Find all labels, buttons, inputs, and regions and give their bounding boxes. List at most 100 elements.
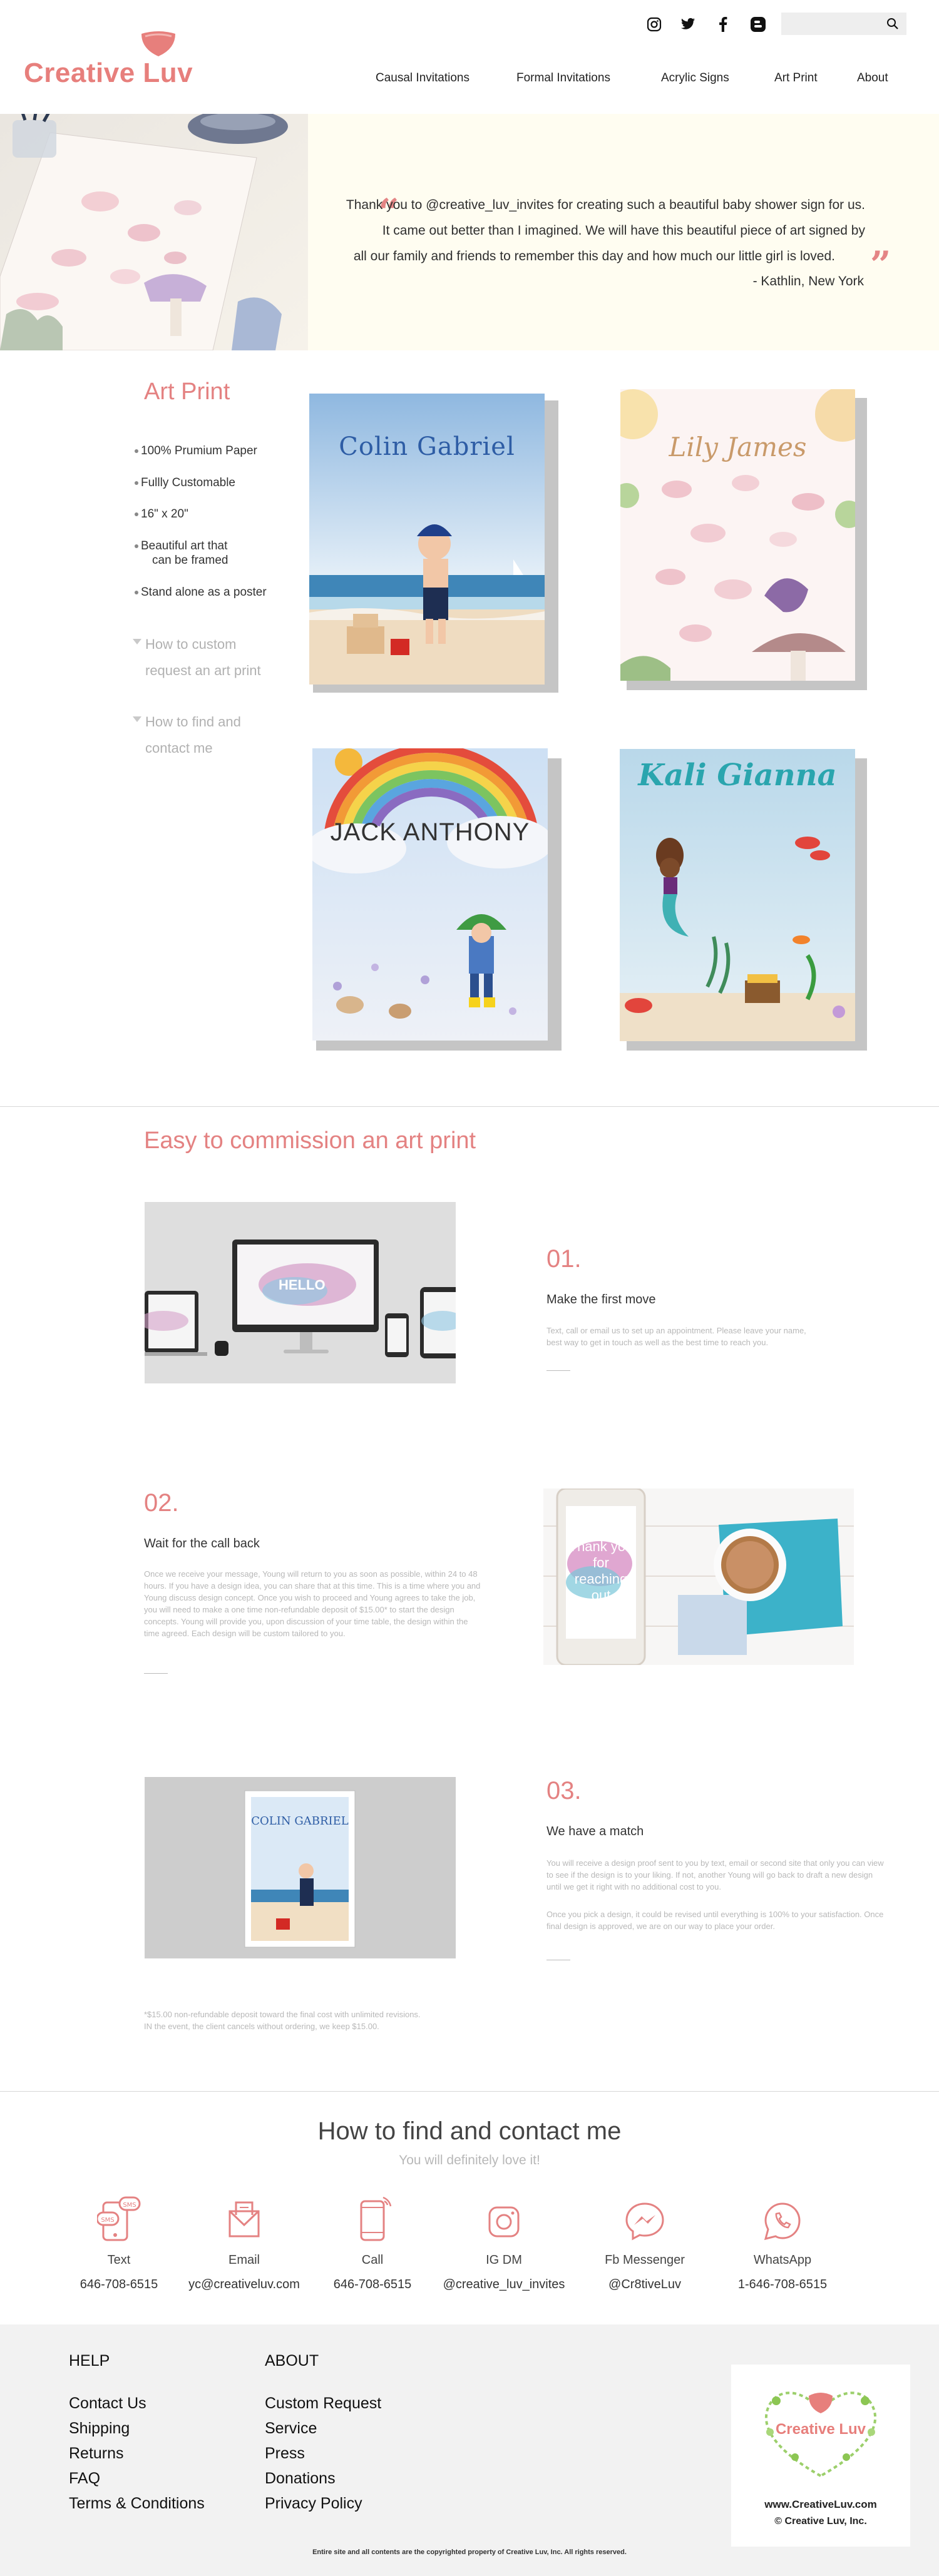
feature-paper: 100% Prumium Paper bbox=[135, 444, 257, 458]
contact-ig-value[interactable]: @creative_luv_invites bbox=[432, 2278, 576, 2292]
sms-icon: SMS SMS bbox=[96, 2196, 141, 2241]
contact-whatsapp[interactable]: WhatsApp 1-646-708-6515 bbox=[720, 2196, 845, 2292]
whatsapp-icon bbox=[764, 2202, 801, 2241]
print-lily-james[interactable]: Lily James bbox=[620, 389, 855, 681]
art-print-title: Art Print bbox=[144, 379, 230, 405]
print-name-lily: Lily James bbox=[669, 432, 807, 462]
footer-logo-card: Creative Luv www.CreativeLuv.com © Creat… bbox=[731, 2365, 910, 2547]
contact-messenger-value[interactable]: @Cr8tiveLuv bbox=[582, 2278, 707, 2292]
step-1-number: 01. bbox=[546, 1245, 582, 1273]
contact-text-value[interactable]: 646-708-6515 bbox=[69, 2278, 169, 2292]
nav-causal-invitations[interactable]: Causal Invitations bbox=[376, 71, 470, 85]
print-name-colin: Colin Gabriel bbox=[339, 432, 515, 461]
step-3-number: 03. bbox=[546, 1777, 582, 1805]
svg-text:SMS: SMS bbox=[101, 2217, 114, 2224]
site-header: Creative Luv Causal Invitations Formal I… bbox=[0, 0, 939, 114]
instagram-icon bbox=[488, 2206, 520, 2237]
nav-about[interactable]: About bbox=[857, 71, 888, 85]
contact-messenger-label: Fb Messenger bbox=[605, 2253, 685, 2267]
contact-email-value[interactable]: yc@creativeluv.com bbox=[182, 2278, 307, 2292]
search-icon[interactable] bbox=[883, 14, 903, 34]
testimonial-line-3: all our family and friends to remember t… bbox=[353, 249, 835, 263]
footer-about-title: ABOUT bbox=[265, 2352, 319, 2370]
print-jack-anthony[interactable]: JACK ANTHONY bbox=[312, 748, 548, 1041]
chevron-down-icon bbox=[133, 716, 141, 722]
nav-acrylic-signs[interactable]: Acrylic Signs bbox=[661, 71, 729, 85]
step-2-title: Wait for the call back bbox=[144, 1537, 260, 1550]
footer-link-terms[interactable]: Terms & Conditions bbox=[69, 2491, 205, 2516]
testimonial-line-1: Thank you to @creative_luv_invites for c… bbox=[346, 198, 865, 212]
footer-link-faq[interactable]: FAQ bbox=[69, 2466, 205, 2491]
contact-call-label: Call bbox=[361, 2253, 384, 2267]
contact-email[interactable]: Email yc@creativeluv.com bbox=[182, 2196, 307, 2292]
site-logo[interactable]: Creative Luv bbox=[24, 58, 193, 89]
feature-framed: Beautiful art that bbox=[135, 539, 227, 553]
chevron-down-icon bbox=[133, 639, 141, 644]
instagram-icon[interactable] bbox=[645, 15, 664, 34]
contact-email-label: Email bbox=[228, 2253, 260, 2267]
footer-copyright: Entire site and all contents are the cop… bbox=[312, 2548, 627, 2556]
site-footer: HELP Contact Us Shipping Returns FAQ Ter… bbox=[0, 2324, 939, 2576]
tablet-thank-you-text: Thank you for reaching out bbox=[568, 1539, 634, 1603]
screen-hello-text: HELLO bbox=[279, 1277, 326, 1293]
footer-card-copy: © Creative Luv, Inc. bbox=[774, 2516, 867, 2527]
blogger-icon[interactable] bbox=[749, 15, 767, 34]
testimonial-line-2: It came out better than I imagined. We w… bbox=[382, 223, 865, 238]
contact-whatsapp-value[interactable]: 1-646-708-6515 bbox=[720, 2278, 845, 2292]
print-colin-gabriel[interactable]: Colin Gabriel bbox=[309, 394, 545, 685]
facebook-icon[interactable] bbox=[714, 15, 732, 34]
twitter-icon[interactable] bbox=[679, 15, 697, 34]
nav-art-print[interactable]: Art Print bbox=[774, 71, 818, 85]
print-name-jack: JACK ANTHONY bbox=[330, 818, 530, 846]
contact-call-value[interactable]: 646-708-6515 bbox=[319, 2278, 426, 2292]
email-icon bbox=[228, 2201, 260, 2237]
close-quote-icon: ” bbox=[870, 243, 891, 286]
feature-poster: Stand alone as a poster bbox=[135, 585, 267, 599]
step-3-body: You will receive a design proof sent to … bbox=[546, 1858, 884, 1891]
contact-ig[interactable]: IG DM @creative_luv_invites bbox=[432, 2196, 576, 2292]
contact-title: How to find and contact me bbox=[317, 2117, 622, 2145]
footer-link-press[interactable]: Press bbox=[265, 2441, 381, 2466]
footer-link-custom-request[interactable]: Custom Request bbox=[265, 2391, 381, 2416]
contact-ig-label: IG DM bbox=[486, 2253, 522, 2267]
contact-text[interactable]: SMS SMS Text 646-708-6515 bbox=[69, 2196, 169, 2292]
deposit-footnote: *$15.00 non-refundable deposit toward th… bbox=[144, 2010, 421, 2031]
nav-formal-invitations[interactable]: Formal Invitations bbox=[516, 71, 610, 85]
footer-help-links: Contact Us Shipping Returns FAQ Terms & … bbox=[69, 2391, 205, 2516]
footer-link-contact-us[interactable]: Contact Us bbox=[69, 2391, 205, 2416]
print-kali-gianna[interactable]: Kali Gianna bbox=[620, 749, 855, 1041]
feature-framed-line2: can be framed bbox=[152, 554, 228, 567]
testimonial-author: - Kathlin, New York bbox=[752, 274, 864, 288]
devices-photo: HELLO bbox=[145, 1202, 456, 1383]
footer-link-privacy[interactable]: Privacy Policy bbox=[265, 2491, 381, 2516]
step-3-title: We have a match bbox=[546, 1825, 644, 1838]
feature-customable: Fullly Customable bbox=[135, 476, 235, 490]
contact-call[interactable]: Call 646-708-6515 bbox=[319, 2196, 426, 2292]
testimonial-banner: “ Thank you to @creative_luv_invites for… bbox=[0, 114, 939, 350]
messenger-icon bbox=[625, 2202, 664, 2241]
phone-icon bbox=[360, 2196, 392, 2241]
contact-subtitle: You will definitely love it! bbox=[399, 2153, 540, 2167]
footer-link-donations[interactable]: Donations bbox=[265, 2466, 381, 2491]
footer-help-title: HELP bbox=[69, 2352, 110, 2370]
print-name-kali: Kali Gianna bbox=[638, 758, 837, 793]
commission-title: Easy to commission an art print bbox=[144, 1128, 476, 1154]
canvas-photo: COLIN GABRIEL bbox=[145, 1777, 456, 1958]
contact-messenger[interactable]: Fb Messenger @Cr8tiveLuv bbox=[582, 2196, 707, 2292]
footer-link-service[interactable]: Service bbox=[265, 2416, 381, 2441]
feature-size: 16" x 20" bbox=[135, 507, 188, 521]
footer-link-returns[interactable]: Returns bbox=[69, 2441, 205, 2466]
footer-card-site[interactable]: www.CreativeLuv.com bbox=[731, 2498, 910, 2511]
step-2-number: 02. bbox=[144, 1489, 179, 1517]
step-2-body: Once we receive your message, Young will… bbox=[144, 1569, 481, 1638]
footer-link-shipping[interactable]: Shipping bbox=[69, 2416, 205, 2441]
svg-text:SMS: SMS bbox=[123, 2202, 136, 2209]
toggle-find-contact[interactable]: How to find and contact me bbox=[133, 709, 241, 761]
toggle-custom-request[interactable]: How to custom request an art print bbox=[133, 631, 261, 684]
contact-whatsapp-label: WhatsApp bbox=[753, 2253, 812, 2267]
step-1-body: Text, call or email us to set up an appo… bbox=[546, 1326, 806, 1347]
contact-text-label: Text bbox=[107, 2253, 131, 2267]
footer-about-links: Custom Request Service Press Donations P… bbox=[265, 2391, 381, 2516]
step-3-body-2: Once you pick a design, it could be revi… bbox=[546, 1910, 884, 1931]
baby-shower-sign-photo bbox=[0, 114, 308, 350]
